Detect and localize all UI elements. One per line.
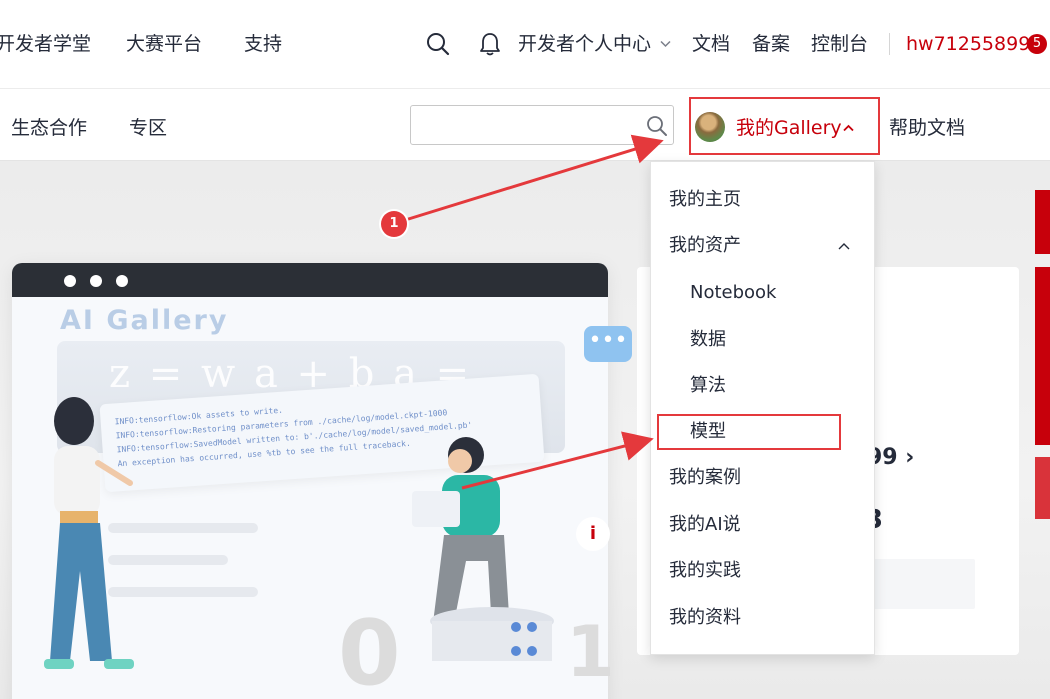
menu-item-my-cases[interactable]: 我的案例 [669,466,741,490]
zero-decoration: 0 [338,601,401,699]
menu-item-my-assets[interactable]: 我的资产 [669,234,741,258]
nav-docs[interactable]: 文档 [692,31,730,57]
my-gallery-dropdown: 我的主页 我的资产 Notebook 数据 算法 模型 我的案例 我的AI说 我… [650,161,875,655]
search-icon[interactable] [646,115,668,137]
nav-competition-platform[interactable]: 大赛平台 [126,31,202,57]
subnav-ecosystem[interactable]: 生态合作 [11,116,87,140]
nav-support[interactable]: 支持 [244,31,282,57]
menu-item-algorithm[interactable]: 算法 [690,374,726,398]
nav-developer-center[interactable]: 开发者个人中心 [518,31,651,57]
side-promo-strip[interactable] [1035,190,1050,254]
nav-divider [889,33,890,55]
gallery-search-box [410,105,674,145]
man-figure-illustration [412,437,554,661]
menu-item-my-practice[interactable]: 我的实践 [669,559,741,583]
side-promo-strip[interactable] [1035,457,1050,519]
chevron-up-icon[interactable] [838,242,850,250]
one-decoration: 1 [566,611,615,693]
side-promo-strip[interactable] [1035,267,1050,445]
nav-developer-academy[interactable]: 开发者学堂 [0,31,91,57]
woman-figure-illustration [44,397,134,669]
menu-item-notebook[interactable]: Notebook [690,281,776,305]
sub-navbar: 生态合作 专区 我的Gallery 帮助文档 [0,96,1050,161]
bell-icon[interactable] [479,32,501,56]
chevron-up-icon [843,124,854,132]
search-icon[interactable] [426,32,450,56]
my-gallery-menu-button[interactable]: 我的Gallery [689,97,880,155]
window-dot [116,275,128,287]
menu-item-my-home[interactable]: 我的主页 [669,188,741,212]
username-link[interactable]: hw71255899 [906,31,1030,57]
gallery-search-input[interactable] [419,112,643,140]
nav-console[interactable]: 控制台 [811,31,868,57]
chat-bubble-icon: ••• [584,326,632,362]
menu-item-data[interactable]: 数据 [690,328,726,352]
ai-gallery-illustration-title: AI Gallery [60,305,229,336]
window-dot [90,275,102,287]
window-dot [64,275,76,287]
notification-badge: 5 [1027,34,1047,54]
top-navbar: 开发者学堂 大赛平台 支持 开发者个人中心 文档 备案 控制台 hw712558… [0,0,1050,89]
info-icon: i [576,517,610,551]
nav-filing[interactable]: 备案 [752,31,790,57]
my-gallery-label: 我的Gallery [736,117,842,139]
menu-item-my-ai-talk[interactable]: 我的AI说 [669,513,741,537]
hero-banner: AI Gallery z = w a + b a = σ(z) INFO:ten… [0,161,1050,699]
avatar [695,112,725,142]
help-docs-link[interactable]: 帮助文档 [889,116,965,140]
chevron-down-icon[interactable] [660,40,671,48]
subnav-zone[interactable]: 专区 [129,116,167,140]
step-number-badge: 1 [381,211,407,237]
model-highlight-box [657,414,841,450]
menu-item-my-materials[interactable]: 我的资料 [669,606,741,630]
illustration-titlebar [12,263,608,297]
